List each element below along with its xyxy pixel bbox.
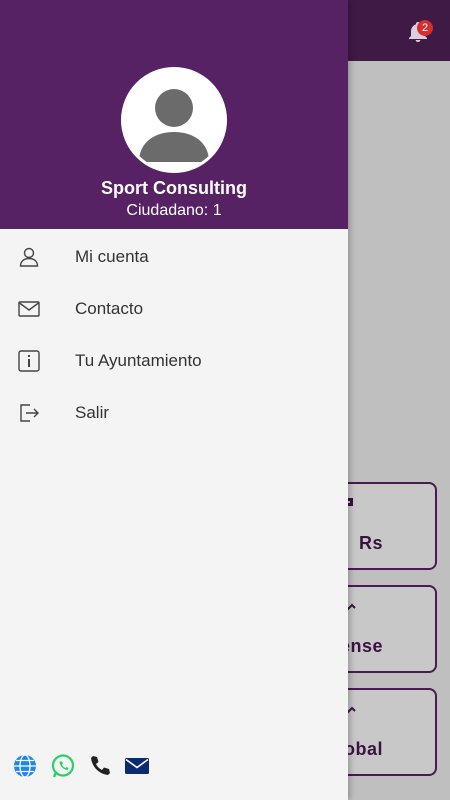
avatar — [121, 67, 227, 173]
menu-item-label: Mi cuenta — [75, 247, 149, 266]
globe-icon[interactable] — [12, 753, 38, 779]
logout-icon — [20, 404, 39, 422]
user-name: Sport Consulting — [101, 178, 247, 198]
menu-item-salir[interactable]: Salir — [0, 387, 348, 439]
navigation-drawer: Sport Consulting Ciudadano: 1 Mi cuenta … — [0, 0, 348, 800]
drawer-header: Sport Consulting Ciudadano: 1 — [0, 0, 348, 229]
menu-item-label: Salir — [75, 403, 110, 422]
background-card-label: Rs — [358, 533, 383, 553]
whatsapp-icon[interactable] — [50, 753, 76, 779]
phone-icon[interactable] — [87, 753, 113, 779]
menu-item-mi-cuenta[interactable]: Mi cuenta — [0, 231, 348, 283]
default-user-avatar-icon — [139, 89, 209, 162]
mail-icon — [18, 301, 40, 317]
menu-item-contacto[interactable]: Contacto — [0, 283, 348, 335]
menu-item-label: Tu Ayuntamiento — [75, 351, 202, 370]
background-card-label: obal — [343, 739, 383, 759]
user-subtitle: Ciudadano: 1 — [126, 202, 222, 219]
menu-item-label: Contacto — [75, 299, 144, 318]
menu-item-tu-ayuntamiento[interactable]: Tu Ayuntamiento — [0, 335, 348, 387]
user-icon — [19, 247, 39, 267]
notification-count-badge: 2 — [417, 20, 433, 36]
info-icon — [18, 350, 40, 372]
email-icon[interactable] — [124, 753, 150, 779]
